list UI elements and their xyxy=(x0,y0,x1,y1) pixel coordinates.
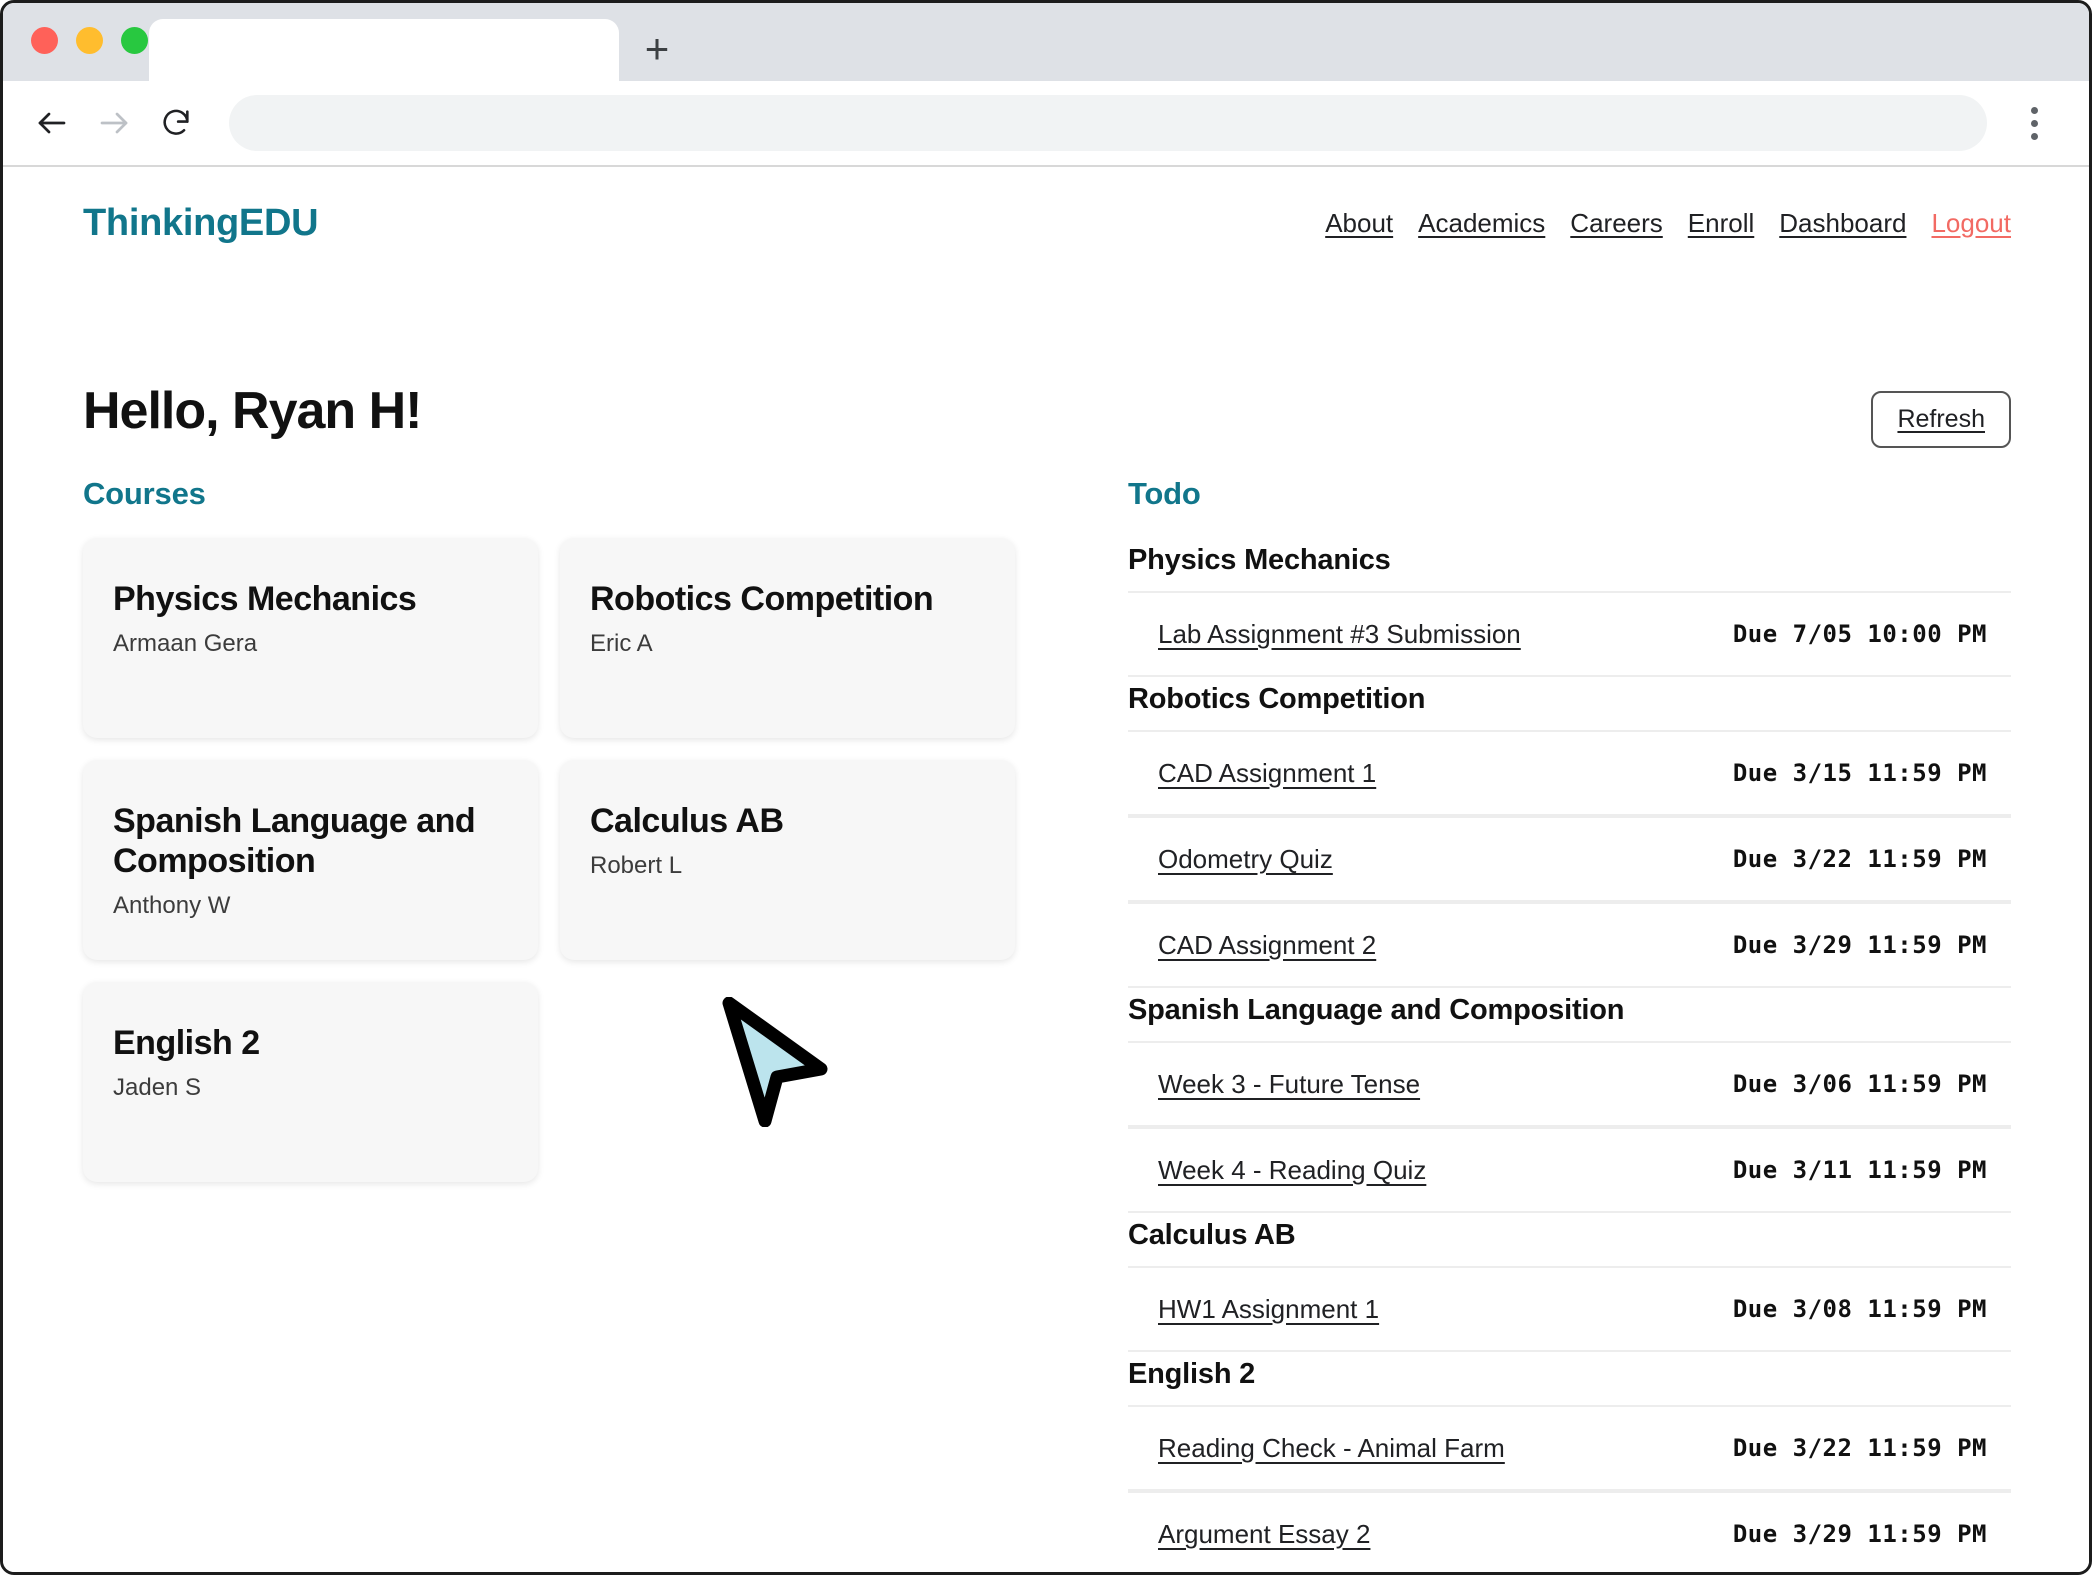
todo-row: CAD Assignment 1 Due 3/15 11:59 PM xyxy=(1128,730,2011,816)
new-tab-label: + xyxy=(644,25,670,72)
nav-link-enroll[interactable]: Enroll xyxy=(1688,208,1754,239)
course-card-name: Physics Mechanics xyxy=(113,580,417,618)
todo-item-due: Due 3/06 11:59 PM xyxy=(1732,1070,1987,1098)
nav-link-dashboard[interactable]: Dashboard xyxy=(1779,208,1906,239)
site-header: ThinkingEDU About Academics Careers Enro… xyxy=(3,167,2089,279)
course-card[interactable]: Spanish Language and Composition Anthony … xyxy=(83,760,538,960)
browser-toolbar xyxy=(3,81,2089,167)
todo-item-link[interactable]: Lab Assignment #3 Submission xyxy=(1158,619,1521,650)
todo-item-link[interactable]: Odometry Quiz xyxy=(1158,844,1333,875)
course-card-teacher: Jaden S xyxy=(113,1073,202,1101)
todo-item-link[interactable]: Argument Essay 2 xyxy=(1158,1519,1370,1550)
todo-item-due: Due 7/05 10:00 PM xyxy=(1732,620,1987,648)
todo-item-link[interactable]: Week 4 - Reading Quiz xyxy=(1158,1155,1426,1186)
course-card[interactable]: Robotics Competition Eric A xyxy=(560,538,1015,738)
new-tab-button[interactable]: + xyxy=(629,21,685,77)
todo-group-title: Calculus AB xyxy=(1128,1219,1296,1251)
course-card-teacher: Armaan Gera xyxy=(113,629,258,657)
todo-row: CAD Assignment 2 Due 3/29 11:59 PM xyxy=(1128,902,2011,988)
todo-row: Week 3 - Future Tense Due 3/06 11:59 PM xyxy=(1128,1041,2011,1127)
todo-group-title: English 2 xyxy=(1128,1358,1256,1390)
main-navigation: About Academics Careers Enroll Dashboard… xyxy=(1325,208,2011,239)
todo-row: Argument Essay 2 Due 3/29 11:59 PM xyxy=(1128,1491,2011,1572)
reload-icon xyxy=(159,106,193,140)
nav-link-logout[interactable]: Logout xyxy=(1931,208,2011,239)
reload-button[interactable] xyxy=(145,92,207,154)
maximize-window-button[interactable] xyxy=(121,27,148,54)
forward-button[interactable] xyxy=(83,92,145,154)
forward-arrow-icon xyxy=(96,105,132,141)
nav-link-about[interactable]: About xyxy=(1325,208,1393,239)
browser-window: + ThinkingEDU About Academics Careers En… xyxy=(0,0,2092,1575)
minimize-window-button[interactable] xyxy=(76,27,103,54)
todo-item-link[interactable]: HW1 Assignment 1 xyxy=(1158,1294,1379,1325)
dashboard-columns: Courses Physics Mechanics Armaan Gera Robo… xyxy=(83,476,2011,1572)
todo-item-due: Due 3/29 11:59 PM xyxy=(1732,931,1987,959)
todo-item-link[interactable]: CAD Assignment 1 xyxy=(1158,758,1376,789)
close-window-button[interactable] xyxy=(31,27,58,54)
courses-heading: Courses xyxy=(83,476,206,511)
todo-row: Odometry Quiz Due 3/22 11:59 PM xyxy=(1128,816,2011,902)
course-card-name: English 2 xyxy=(113,1024,260,1062)
dashboard-content: Hello, Ryan H! Refresh Courses Physics M… xyxy=(3,385,2089,1572)
todo-group-title: Physics Mechanics xyxy=(1128,544,1391,576)
course-card-name: Spanish Language and Composition xyxy=(113,802,476,880)
todo-item-link[interactable]: CAD Assignment 2 xyxy=(1158,930,1376,961)
course-card-name: Robotics Competition xyxy=(590,580,934,618)
todo-row: Week 4 - Reading Quiz Due 3/11 11:59 PM xyxy=(1128,1127,2011,1213)
courses-grid: Physics Mechanics Armaan Gera Robotics Com… xyxy=(83,538,1068,1182)
page-viewport: ThinkingEDU About Academics Careers Enro… xyxy=(3,167,2089,1572)
page-title: Hello, Ryan H! xyxy=(83,382,422,440)
course-card[interactable]: Calculus AB Robert L xyxy=(560,760,1015,960)
todo-item-due: Due 3/29 11:59 PM xyxy=(1732,1520,1987,1548)
todo-heading: Todo xyxy=(1128,476,1201,511)
window-controls xyxy=(31,27,148,54)
nav-link-academics[interactable]: Academics xyxy=(1418,208,1545,239)
todo-item-due: Due 3/22 11:59 PM xyxy=(1732,1434,1987,1462)
back-button[interactable] xyxy=(21,92,83,154)
course-card[interactable]: Physics Mechanics Armaan Gera xyxy=(83,538,538,738)
back-arrow-icon xyxy=(34,105,70,141)
courses-section: Courses Physics Mechanics Armaan Gera Robo… xyxy=(83,476,1068,1572)
course-card-name: Calculus AB xyxy=(590,802,784,840)
todo-group-title: Robotics Competition xyxy=(1128,683,1426,715)
course-card-teacher: Robert L xyxy=(590,851,683,879)
site-logo[interactable]: ThinkingEDU xyxy=(83,202,319,245)
todo-item-due: Due 3/11 11:59 PM xyxy=(1732,1156,1987,1184)
course-card[interactable]: English 2 Jaden S xyxy=(83,982,538,1182)
browser-tabstrip: + xyxy=(3,3,2089,81)
refresh-button[interactable]: Refresh xyxy=(1871,391,2011,448)
course-card-teacher: Eric A xyxy=(590,629,653,657)
todo-row: HW1 Assignment 1 Due 3/08 11:59 PM xyxy=(1128,1266,2011,1352)
browser-tab[interactable] xyxy=(149,19,619,81)
course-card-teacher: Anthony W xyxy=(113,891,231,919)
nav-link-careers[interactable]: Careers xyxy=(1570,208,1662,239)
todo-row: Reading Check - Animal Farm Due 3/22 11:5… xyxy=(1128,1405,2011,1491)
todo-group-title: Spanish Language and Composition xyxy=(1128,994,1625,1026)
todo-item-link[interactable]: Reading Check - Animal Farm xyxy=(1158,1433,1505,1464)
address-bar[interactable] xyxy=(229,95,1987,151)
todo-item-due: Due 3/22 11:59 PM xyxy=(1732,845,1987,873)
kebab-menu-icon[interactable] xyxy=(2007,96,2061,150)
todo-item-link[interactable]: Week 3 - Future Tense xyxy=(1158,1069,1420,1100)
todo-section: Todo Physics Mechanics Lab Assignment #3 … xyxy=(1128,476,2011,1572)
todo-row: Lab Assignment #3 Submission Due 7/05 10:… xyxy=(1128,591,2011,677)
todo-item-due: Due 3/15 11:59 PM xyxy=(1732,759,1987,787)
greeting-row: Hello, Ryan H! Refresh xyxy=(83,385,2011,448)
todo-item-due: Due 3/08 11:59 PM xyxy=(1732,1295,1987,1323)
todo-list: Physics Mechanics Lab Assignment #3 Submi… xyxy=(1128,538,2011,1572)
